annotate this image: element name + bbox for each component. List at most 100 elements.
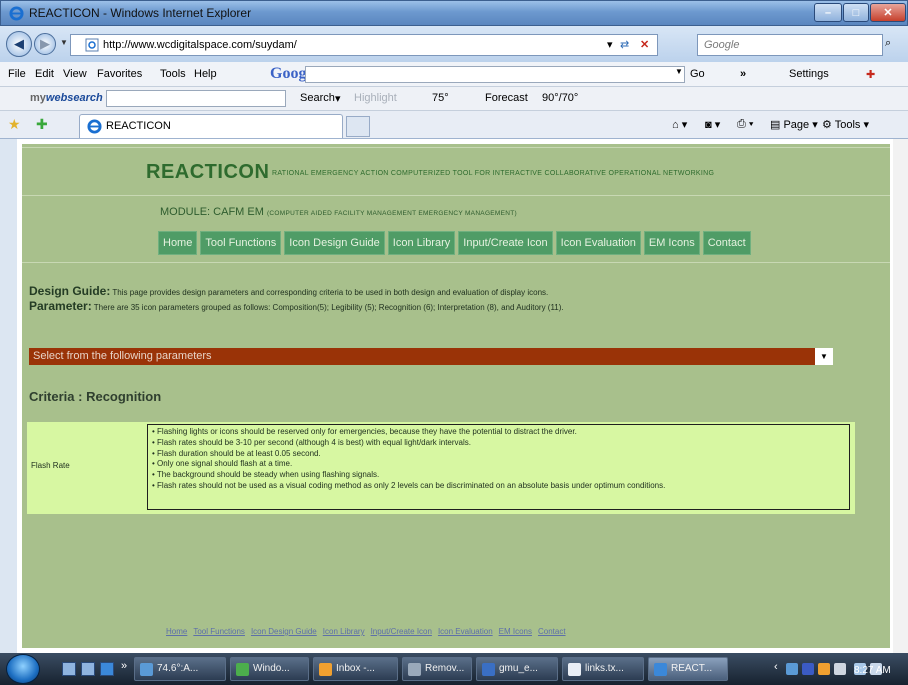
menu-favorites[interactable]: Favorites xyxy=(97,68,142,80)
search-input[interactable]: Google xyxy=(697,34,883,56)
temperature-value[interactable]: 75° xyxy=(432,92,449,104)
print-icon[interactable]: ⎙ ▾ xyxy=(737,118,753,131)
google-dropdown-icon[interactable]: ▼ xyxy=(673,67,685,82)
ie-quicklaunch-icon[interactable] xyxy=(100,662,114,676)
chevron-right-icon[interactable]: » xyxy=(121,660,127,672)
task-weather[interactable]: 74.6°:A... xyxy=(134,657,226,681)
task-windows[interactable]: Windo... xyxy=(230,657,309,681)
minimize-icon: – xyxy=(824,6,832,19)
url-field[interactable]: http://www.wcdigitalspace.com/suydam/ xyxy=(70,34,658,56)
clock[interactable]: 8:27 AM xyxy=(854,665,891,676)
footer-link-tool-functions[interactable]: Tool Functions xyxy=(193,627,245,636)
task-inbox[interactable]: Inbox -... xyxy=(313,657,398,681)
start-button[interactable] xyxy=(6,654,40,684)
divider xyxy=(22,262,890,263)
weather-icon xyxy=(140,663,153,676)
feeds-icon[interactable]: ◙ ▾ xyxy=(705,118,720,131)
tab-reacticon[interactable]: REACTICON xyxy=(79,114,343,138)
design-guide-text: Design Guide: This page provides design … xyxy=(29,284,549,298)
history-dropdown-icon[interactable]: ▼ xyxy=(60,38,68,47)
chevron-right-icon[interactable]: » xyxy=(740,68,746,80)
module-title: MODULE: CAFM EM (COMPUTER AIDED FACILITY… xyxy=(160,206,518,218)
tray-collapse-icon[interactable]: ‹ xyxy=(774,661,778,673)
menu-file[interactable]: File xyxy=(8,68,26,80)
criteria-row-label: Flash Rate xyxy=(31,461,70,470)
footer-link-home[interactable]: Home xyxy=(166,627,187,636)
nav-contact[interactable]: Contact xyxy=(702,231,751,255)
nav-icon-evaluation[interactable]: Icon Evaluation xyxy=(555,231,641,255)
tab-bar: ★ ✚ REACTICON ⌂ ▾ ◙ ▾ ⎙ ▾ ▤ Page ▾ ⚙ Too… xyxy=(0,111,908,139)
refresh-icon[interactable]: ⇄ xyxy=(620,38,629,51)
footer-link-icon-library[interactable]: Icon Library xyxy=(323,627,365,636)
forecast-label[interactable]: Forecast xyxy=(485,92,528,104)
mywebsearch-search-button[interactable]: Search xyxy=(300,92,335,104)
nav-icon-library[interactable]: Icon Library xyxy=(387,231,456,255)
switch-windows-icon[interactable] xyxy=(81,662,95,676)
stop-icon[interactable]: ✕ xyxy=(640,38,649,51)
toolbar-options-icon[interactable]: ✚ xyxy=(866,68,875,81)
close-button[interactable]: ✕ xyxy=(870,3,906,22)
parameter-text: Parameter: There are 35 icon parameters … xyxy=(29,299,564,313)
forward-button[interactable]: ▶ xyxy=(34,33,56,55)
task-links[interactable]: links.tx... xyxy=(562,657,644,681)
favorites-star-icon[interactable]: ★ xyxy=(8,116,21,133)
minimize-button[interactable]: – xyxy=(814,3,842,22)
menu-edit[interactable]: Edit xyxy=(35,68,54,80)
window-title: REACTICON - Windows Internet Explorer xyxy=(29,6,252,20)
criteria-item: • Flash duration should be at least 0.05… xyxy=(152,448,321,458)
page-menu[interactable]: ▤ Page ▾ xyxy=(770,118,818,131)
menu-bar: File Edit View Favorites Tools Help Goog… xyxy=(0,62,908,87)
mywebsearch-toolbar: mywebsearch Search ▾ Highlight 75° Forec… xyxy=(0,87,908,111)
chevron-down-icon[interactable]: ▼ xyxy=(815,348,833,365)
nav-em-icons[interactable]: EM Icons xyxy=(643,231,700,255)
criteria-item: • The background should be steady when u… xyxy=(152,470,380,480)
word-doc-icon xyxy=(482,663,495,676)
back-button[interactable]: ◀ xyxy=(6,31,32,57)
task-gmu[interactable]: gmu_e... xyxy=(476,657,558,681)
nav-input-create-icon[interactable]: Input/Create Icon xyxy=(458,231,553,255)
nav-home[interactable]: Home xyxy=(158,231,198,255)
menu-help[interactable]: Help xyxy=(194,68,217,80)
footer-link-input-create-icon[interactable]: Input/Create Icon xyxy=(371,627,432,636)
ie-page-icon xyxy=(87,119,102,134)
tray-app-icon[interactable] xyxy=(802,663,814,675)
tray-app-icon[interactable] xyxy=(818,663,830,675)
search-dropdown-icon[interactable]: ▾ xyxy=(335,92,341,105)
footer-link-icon-design-guide[interactable]: Icon Design Guide xyxy=(251,627,317,636)
address-bar: ◀ ▶ ▼ http://www.wcdigitalspace.com/suyd… xyxy=(0,26,908,62)
tools-menu[interactable]: ⚙ Tools ▾ xyxy=(822,118,869,131)
criteria-item: • Only one signal should flash at a time… xyxy=(152,459,293,469)
menu-tools[interactable]: Tools xyxy=(160,68,186,80)
criteria-item: • Flash rates should not be used as a vi… xyxy=(152,480,666,490)
mywebsearch-logo: mywebsearch xyxy=(30,92,103,104)
highlight-button[interactable]: Highlight xyxy=(354,92,397,104)
tray-app-icon[interactable] xyxy=(786,663,798,675)
forward-arrow-icon: ▶ xyxy=(40,36,50,51)
footer-link-icon-evaluation[interactable]: Icon Evaluation xyxy=(438,627,493,636)
google-search-input[interactable] xyxy=(305,66,685,83)
mail-icon xyxy=(319,663,332,676)
maximize-button[interactable]: □ xyxy=(843,3,869,22)
nav-tool-functions[interactable]: Tool Functions xyxy=(200,231,282,255)
search-icon[interactable]: ⌕ xyxy=(885,37,891,50)
new-tab-button[interactable] xyxy=(346,116,370,137)
url-dropdown-icon[interactable]: ▾ xyxy=(607,38,613,51)
task-reacticon[interactable]: REACT... xyxy=(648,657,728,681)
add-favorites-icon[interactable]: ✚ xyxy=(36,116,48,133)
home-icon[interactable]: ⌂ ▾ xyxy=(672,118,687,131)
menu-view[interactable]: View xyxy=(63,68,87,80)
show-desktop-icon[interactable] xyxy=(62,662,76,676)
forecast-value[interactable]: 90°/70° xyxy=(542,92,578,104)
mywebsearch-input[interactable] xyxy=(106,90,286,107)
footer-link-em-icons[interactable]: EM Icons xyxy=(499,627,532,636)
ie-icon xyxy=(654,663,667,676)
notepad-icon xyxy=(568,663,581,676)
left-frame xyxy=(0,139,17,653)
tray-app-icon[interactable] xyxy=(834,663,846,675)
nav-icon-design-guide[interactable]: Icon Design Guide xyxy=(284,231,385,255)
task-remove[interactable]: Remov... xyxy=(402,657,472,681)
parameter-select[interactable]: Select from the following parameters xyxy=(29,348,833,365)
settings-button[interactable]: Settings xyxy=(789,68,829,80)
google-go-button[interactable]: Go xyxy=(690,68,705,80)
footer-link-contact[interactable]: Contact xyxy=(538,627,566,636)
